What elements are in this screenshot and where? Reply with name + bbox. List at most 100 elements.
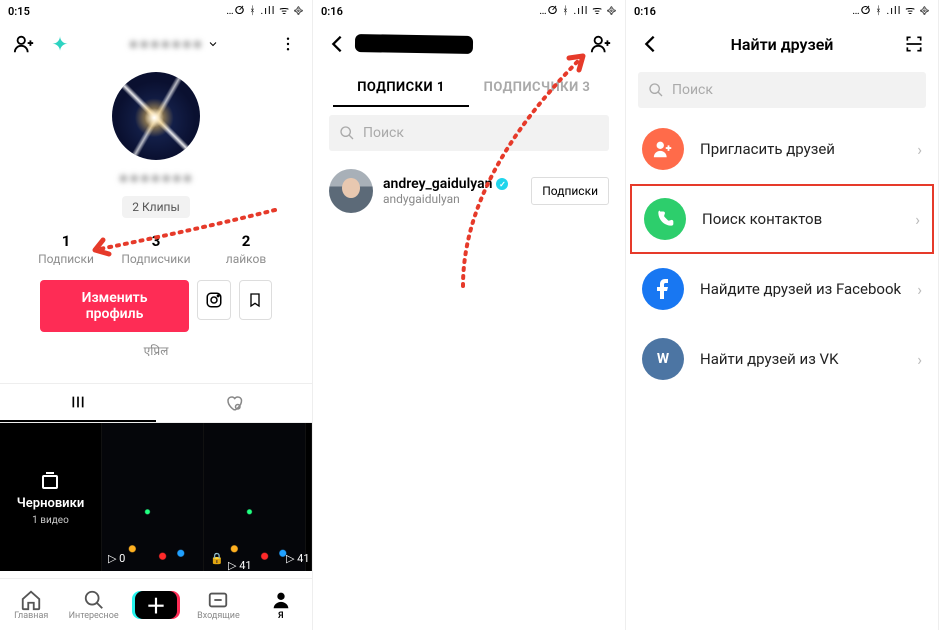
search-placeholder: Поиск bbox=[363, 125, 404, 141]
add-friend-icon[interactable] bbox=[10, 30, 38, 58]
username-text: ●●●●●●● bbox=[129, 34, 204, 54]
option-invite[interactable]: Пригласить друзей › bbox=[626, 114, 938, 184]
plus-icon: ＋ bbox=[135, 591, 177, 619]
user-name: andrey_gaidulyan bbox=[383, 176, 492, 192]
stat-likes[interactable]: 2 лайков bbox=[201, 232, 291, 266]
option-label: Найти друзей из VK bbox=[700, 350, 901, 368]
video-grid: Черновики 1 видео ▷ 0 🔒 ▷ 41 bbox=[0, 423, 312, 571]
option-facebook[interactable]: Найдите друзей из Facebook › bbox=[626, 254, 938, 324]
title-redacted bbox=[359, 38, 579, 50]
nav-me[interactable]: Я bbox=[250, 579, 312, 630]
status-icons: …ⵚ ᚼ .ıll ᯤ ᪣ bbox=[539, 2, 617, 20]
scan-icon[interactable] bbox=[900, 30, 928, 58]
options-list: Пригласить друзей › Поиск контактов › На… bbox=[626, 114, 938, 394]
handle-text: ●●●●●●● bbox=[119, 168, 194, 188]
search-input[interactable]: Поиск bbox=[329, 115, 609, 151]
following-button[interactable]: Подписки bbox=[531, 177, 609, 205]
nav-home[interactable]: Главная bbox=[0, 579, 62, 630]
play-count-3: ▷ 41 bbox=[228, 559, 252, 572]
chevron-right-icon: › bbox=[917, 140, 922, 159]
tab-following[interactable]: ПОДПИСКИ 1 bbox=[333, 70, 469, 107]
bottom-nav: Главная Интересное ＋ Входящие Я bbox=[0, 578, 312, 630]
vk-icon: W bbox=[642, 338, 684, 380]
back-icon[interactable] bbox=[323, 30, 351, 58]
profile-header: ●●●●●●● 2 Клипы bbox=[0, 72, 312, 218]
home-icon bbox=[20, 589, 42, 611]
content-tabs bbox=[0, 383, 312, 423]
user-name-row: andrey_gaidulyan ✓ bbox=[383, 176, 521, 192]
option-label: Найдите друзей из Facebook bbox=[700, 280, 901, 298]
nav-inbox[interactable]: Входящие bbox=[187, 579, 249, 630]
status-time: 0:16 bbox=[321, 5, 343, 18]
option-vk[interactable]: W Найти друзей из VK › bbox=[626, 324, 938, 394]
drafts-count: 1 видео bbox=[32, 515, 69, 526]
back-icon[interactable] bbox=[636, 30, 664, 58]
bio-text: एप्रिल bbox=[0, 342, 312, 359]
search-icon bbox=[648, 82, 664, 98]
add-friend-icon[interactable] bbox=[587, 30, 615, 58]
clips-chip[interactable]: 2 Клипы bbox=[122, 196, 190, 218]
status-icons: …ⵚ ᚼ .ıll ᯤ ᪣ bbox=[226, 2, 304, 20]
verified-icon: ✓ bbox=[496, 178, 508, 190]
option-contacts[interactable]: Поиск контактов › bbox=[630, 184, 934, 254]
follow-tabs: ПОДПИСКИ 1 ПОДПИСЧИКИ 3 bbox=[313, 70, 625, 107]
lock-icon: 🔒 bbox=[210, 552, 224, 565]
chevron-right-icon: › bbox=[917, 280, 922, 299]
tab-liked-icon[interactable] bbox=[156, 384, 312, 422]
nav-discover[interactable]: Интересное bbox=[62, 579, 124, 630]
instagram-button[interactable] bbox=[197, 280, 230, 320]
tab-followers[interactable]: ПОДПИСЧИКИ 3 bbox=[469, 70, 605, 107]
user-text: andrey_gaidulyan ✓ andygaidulyan bbox=[383, 176, 521, 206]
chevron-down-icon bbox=[207, 38, 219, 50]
stat-following[interactable]: 1 Подписки bbox=[21, 232, 111, 266]
tab-grid-icon[interactable] bbox=[0, 384, 156, 422]
status-time: 0:16 bbox=[634, 5, 656, 18]
nav-label: Главная bbox=[14, 611, 48, 621]
stats-row: 1 Подписки 3 Подписчики 2 лайков bbox=[0, 232, 312, 266]
more-icon[interactable] bbox=[274, 30, 302, 58]
top-bar: ✦ ●●●●●●● bbox=[0, 22, 312, 66]
drafts-cell[interactable]: Черновики 1 видео bbox=[0, 423, 102, 571]
video-cell-3[interactable]: ▷ 41 bbox=[306, 423, 312, 571]
action-row: Изменить профиль bbox=[0, 280, 312, 332]
avatar[interactable] bbox=[112, 72, 200, 160]
status-bar: 0:15 …ⵚ ᚼ .ıll ᯤ ᪣ bbox=[0, 0, 312, 22]
chevron-right-icon: › bbox=[917, 350, 922, 369]
edit-profile-button[interactable]: Изменить профиль bbox=[40, 280, 189, 332]
user-row[interactable]: andrey_gaidulyan ✓ andygaidulyan Подписк… bbox=[313, 159, 625, 223]
search-placeholder: Поиск bbox=[672, 82, 713, 98]
option-label: Пригласить друзей bbox=[700, 140, 901, 158]
drafts-title: Черновики bbox=[17, 496, 84, 511]
drafts-icon bbox=[38, 468, 62, 492]
status-bar: 0:16 …ⵚ ᚼ .ıll ᯤ ᪣ bbox=[626, 0, 938, 22]
video-cell-2[interactable]: 🔒 bbox=[204, 423, 306, 571]
user-handle: andygaidulyan bbox=[383, 192, 521, 206]
page-title: Найти друзей bbox=[672, 35, 892, 54]
nav-create[interactable]: ＋ bbox=[125, 579, 187, 630]
bookmark-button[interactable] bbox=[239, 280, 272, 320]
play-count: ▷ 0 bbox=[108, 552, 125, 565]
sparkle-icon[interactable]: ✦ bbox=[46, 30, 74, 58]
search-input[interactable]: Поиск bbox=[638, 72, 926, 108]
nav-label: Я bbox=[278, 611, 283, 621]
nav-label: Входящие bbox=[197, 611, 240, 621]
status-icons: …ⵚ ᚼ .ıll ᯤ ᪣ bbox=[852, 2, 930, 20]
option-label: Поиск контактов bbox=[702, 210, 899, 228]
inbox-icon bbox=[207, 589, 229, 611]
top-bar bbox=[313, 22, 625, 66]
status-bar: 0:16 …ⵚ ᚼ .ıll ᯤ ᪣ bbox=[313, 0, 625, 22]
username-dropdown[interactable]: ●●●●●●● bbox=[82, 34, 266, 54]
status-time: 0:15 bbox=[8, 5, 30, 18]
top-bar: Найти друзей bbox=[626, 22, 938, 66]
phone-icon bbox=[644, 198, 686, 240]
stat-followers[interactable]: 3 Подписчики bbox=[111, 232, 201, 266]
screen-profile: 0:15 …ⵚ ᚼ .ıll ᯤ ᪣ ✦ ●●●●●●● ●●●●●●● 2 К… bbox=[0, 0, 313, 630]
facebook-icon bbox=[642, 268, 684, 310]
person-icon bbox=[270, 589, 292, 611]
video-cell-1[interactable]: ▷ 0 bbox=[102, 423, 204, 571]
user-avatar bbox=[329, 169, 373, 213]
screen-find-friends: 0:16 …ⵚ ᚼ .ıll ᯤ ᪣ Найти друзей Поиск Пр… bbox=[626, 0, 939, 630]
nav-label: Интересное bbox=[69, 611, 119, 621]
invite-icon bbox=[642, 128, 684, 170]
search-icon bbox=[83, 589, 105, 611]
